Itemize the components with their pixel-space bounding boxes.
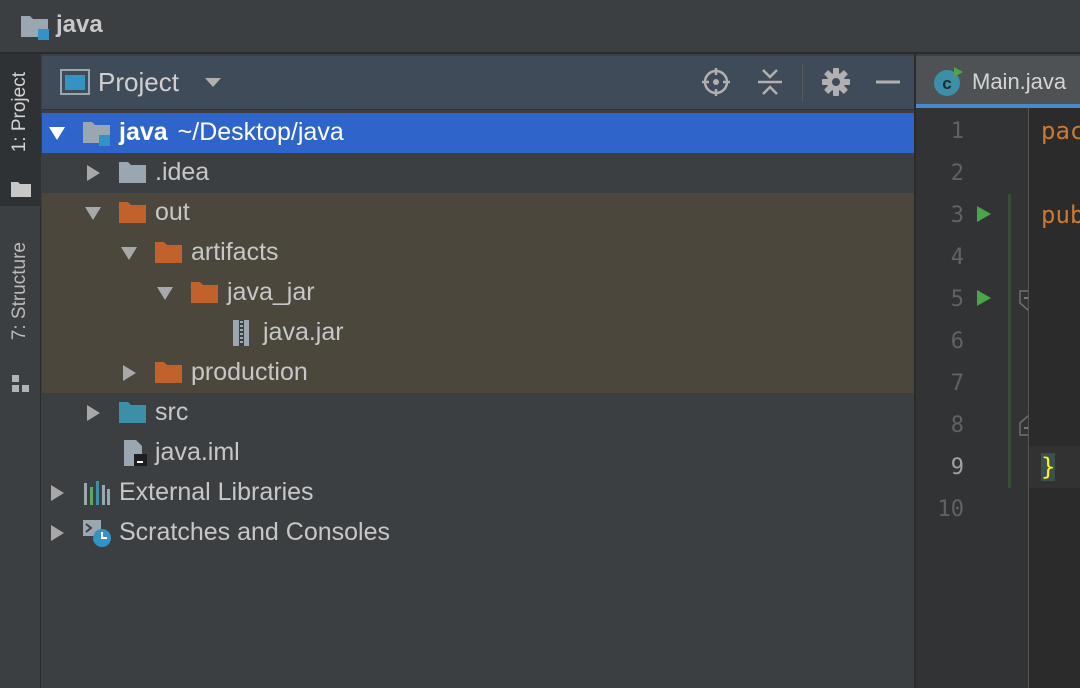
line-number: 8 bbox=[950, 413, 964, 438]
java-class-icon: c bbox=[934, 67, 963, 96]
tree-row-label: java_jar bbox=[227, 278, 315, 306]
tree-row-label: production bbox=[191, 358, 308, 386]
tool-window-strip: 1: Project 7: Structure bbox=[0, 54, 41, 688]
excluded-folder-icon bbox=[155, 242, 182, 263]
collapsed-arrow-icon[interactable] bbox=[84, 404, 102, 422]
expanded-arrow-icon[interactable] bbox=[120, 244, 138, 262]
tree-row-external-libraries[interactable]: External Libraries bbox=[42, 473, 914, 513]
tree-row-label: Scratches and Consoles bbox=[119, 518, 390, 546]
window-title: java bbox=[56, 11, 103, 38]
excluded-folder-icon bbox=[119, 202, 146, 223]
project-tool-button[interactable]: 1: Project bbox=[0, 54, 41, 206]
locate-icon[interactable] bbox=[700, 66, 732, 98]
toolbar-separator bbox=[802, 64, 803, 102]
module-folder-icon bbox=[83, 122, 110, 146]
vcs-change-marker bbox=[1008, 194, 1011, 488]
expanded-arrow-icon[interactable] bbox=[48, 124, 66, 142]
minimize-icon[interactable] bbox=[872, 66, 904, 98]
tree-row-scratches[interactable]: Scratches and Consoles bbox=[42, 513, 914, 553]
tree-row-idea[interactable]: .idea bbox=[42, 153, 914, 193]
chevron-down-icon[interactable] bbox=[202, 70, 224, 92]
line-number: 4 bbox=[950, 245, 964, 270]
gear-icon[interactable] bbox=[820, 66, 852, 98]
libraries-icon bbox=[84, 481, 110, 505]
line-number: 10 bbox=[937, 497, 965, 522]
tree-row-production[interactable]: production bbox=[42, 353, 914, 393]
run-gutter-icon[interactable] bbox=[974, 205, 992, 223]
tab-main-java[interactable]: c Main.java bbox=[916, 56, 1080, 108]
project-view-icon bbox=[60, 69, 90, 95]
svg-text:c: c bbox=[942, 74, 951, 93]
line-number-current: 9 bbox=[950, 455, 964, 480]
line-number: 3 bbox=[950, 203, 964, 228]
folder-icon bbox=[119, 162, 146, 183]
line-number: 5 bbox=[950, 287, 964, 312]
source-folder-icon bbox=[119, 402, 146, 423]
tree-row-label: out bbox=[155, 198, 190, 226]
project-panel-header: Project bbox=[42, 56, 914, 110]
code-line-1: pac bbox=[1041, 117, 1080, 145]
project-tool-label: 1: Project bbox=[9, 72, 30, 153]
line-number: 2 bbox=[950, 161, 964, 186]
structure-tool-label: 7: Structure bbox=[9, 242, 30, 341]
structure-icon bbox=[12, 375, 29, 392]
folder-icon bbox=[11, 182, 31, 197]
collapse-all-icon[interactable] bbox=[754, 66, 786, 98]
iml-file-icon bbox=[124, 440, 147, 466]
excluded-folder-icon bbox=[191, 282, 218, 303]
collapsed-arrow-icon[interactable] bbox=[84, 164, 102, 182]
project-tree: java ~/Desktop/java .idea out artifacts j… bbox=[42, 110, 914, 688]
tree-row-label: External Libraries bbox=[119, 478, 314, 506]
tree-row-src[interactable]: src bbox=[42, 393, 914, 433]
jar-file-icon bbox=[233, 320, 249, 346]
module-folder-icon bbox=[21, 16, 49, 40]
title-bar: java bbox=[0, 0, 1080, 54]
expanded-arrow-icon[interactable] bbox=[84, 204, 102, 222]
tree-row-label: java.iml bbox=[155, 438, 240, 466]
code-editor[interactable]: pac pub } bbox=[1029, 108, 1080, 688]
run-gutter-icon[interactable] bbox=[974, 289, 992, 307]
scratches-icon bbox=[83, 520, 111, 547]
collapsed-arrow-icon[interactable] bbox=[48, 524, 66, 542]
tree-row-label: artifacts bbox=[191, 238, 279, 266]
expanded-arrow-icon[interactable] bbox=[156, 284, 174, 302]
tree-row-out[interactable]: out bbox=[42, 193, 914, 233]
tree-row-label: .idea bbox=[155, 158, 210, 186]
tree-row-java-jar[interactable]: java.jar bbox=[42, 313, 914, 353]
panel-title: Project bbox=[98, 67, 179, 97]
code-line-9: } bbox=[1041, 453, 1056, 481]
tree-row-java-iml[interactable]: java.iml bbox=[42, 433, 914, 473]
tree-row-java-jar-folder[interactable]: java_jar bbox=[42, 273, 914, 313]
line-number: 6 bbox=[950, 329, 964, 354]
excluded-folder-icon bbox=[155, 362, 182, 383]
line-number: 1 bbox=[950, 119, 964, 144]
collapsed-arrow-icon[interactable] bbox=[120, 364, 138, 382]
tree-row-artifacts[interactable]: artifacts bbox=[42, 233, 914, 273]
tree-row-label: java ~/Desktop/java bbox=[119, 118, 344, 146]
editor-gutter: 1 2 3 4 5 6 7 8 9 10 bbox=[916, 108, 1028, 688]
tree-row-label: src bbox=[155, 398, 189, 426]
line-number: 7 bbox=[950, 371, 964, 396]
structure-tool-button[interactable]: 7: Structure bbox=[0, 224, 41, 404]
collapsed-arrow-icon[interactable] bbox=[48, 484, 66, 502]
code-line-3: pub bbox=[1041, 201, 1080, 229]
tree-row-java[interactable]: java ~/Desktop/java bbox=[42, 113, 914, 153]
editor-tab-bar: c Main.java bbox=[916, 56, 1080, 108]
tab-label: Main.java bbox=[972, 69, 1067, 94]
tree-row-label: java.jar bbox=[263, 318, 344, 346]
